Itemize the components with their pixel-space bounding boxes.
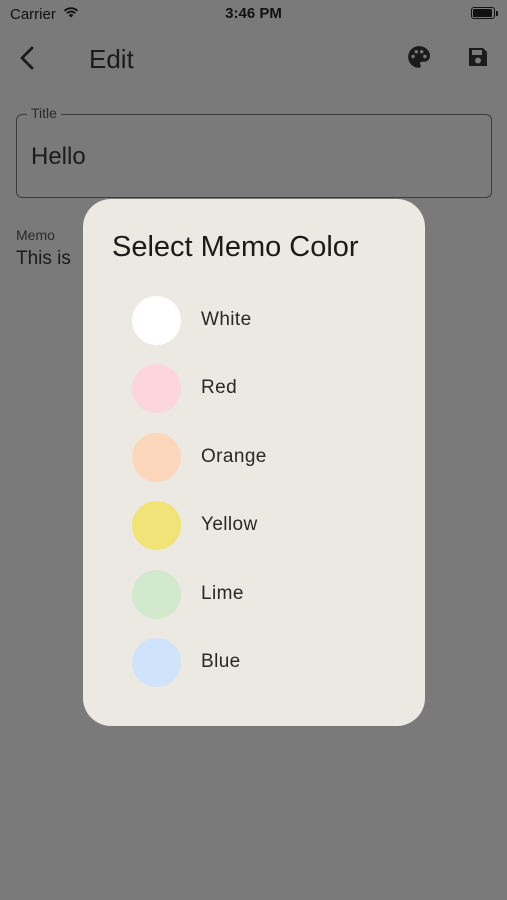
color-label: Blue [201, 650, 241, 672]
status-time: 3:46 PM [225, 5, 282, 22]
memo-field[interactable]: This is [16, 248, 71, 270]
color-swatch [132, 569, 181, 619]
color-option-orange[interactable]: Orange [83, 432, 425, 500]
title-field-label: Title [27, 105, 61, 121]
color-option-lime[interactable]: Lime [83, 569, 425, 637]
color-label: Orange [201, 445, 267, 467]
palette-icon [406, 44, 432, 75]
battery-icon [471, 7, 498, 19]
color-label: Red [201, 377, 238, 399]
save-icon [466, 45, 490, 74]
chevron-left-icon [18, 46, 38, 75]
color-label: White [201, 309, 252, 330]
color-label: Lime [201, 582, 244, 604]
color-option-red[interactable]: Red [83, 363, 425, 431]
app-bar: Edit [0, 30, 507, 92]
title-field[interactable]: Title Hello [16, 105, 492, 198]
color-swatch [132, 296, 181, 345]
color-swatch [132, 501, 181, 551]
page-title: Edit [89, 44, 134, 74]
palette-button[interactable] [402, 42, 436, 76]
color-swatch [132, 364, 181, 414]
memo-label: Memo [16, 227, 55, 243]
edit-screen: Carrier 3:46 PM Edit Title Hello Memo Th… [0, 0, 507, 900]
status-bar: Carrier 3:46 PM [0, 0, 507, 28]
color-swatch [132, 432, 181, 482]
color-option-blue[interactable]: Blue [83, 637, 425, 705]
color-option-white[interactable]: White [83, 295, 425, 363]
color-option-yellow[interactable]: Yellow [83, 500, 425, 568]
back-button[interactable] [10, 42, 46, 78]
color-swatch [132, 637, 181, 687]
color-picker-dialog: Select Memo Color White Red Orange Yello… [83, 199, 425, 726]
color-label: Yellow [201, 514, 258, 536]
dialog-title: Select Memo Color [112, 231, 359, 263]
title-field-value: Hello [31, 143, 86, 170]
save-button[interactable] [461, 42, 495, 76]
color-list: White Red Orange Yellow Lime Blue [83, 295, 425, 705]
